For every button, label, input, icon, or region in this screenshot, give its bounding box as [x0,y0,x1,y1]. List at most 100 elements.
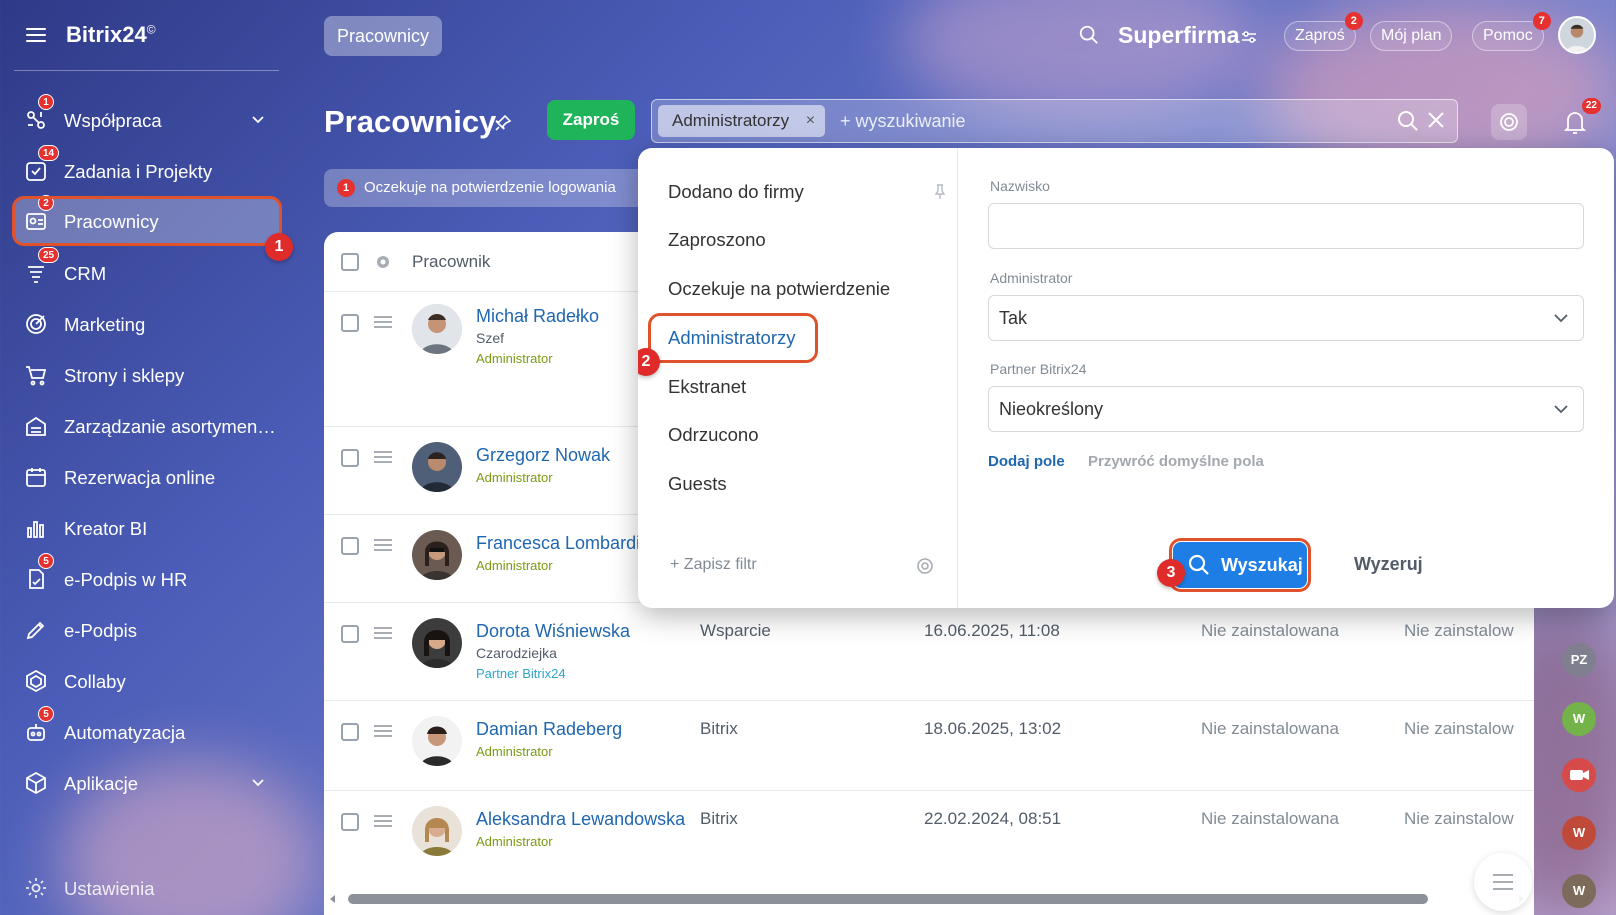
drag-handle-icon[interactable] [374,815,392,827]
preset-added[interactable]: Dodano do firmy [668,181,804,203]
sidebar-item-apps[interactable]: Aplikacje [14,760,280,806]
employee-name[interactable]: Dorota Wiśniewska [476,621,630,642]
employee-name[interactable]: Damian Radeberg [476,719,622,740]
help-button[interactable]: Pomoc 7 [1472,12,1551,51]
badge: 1 [337,179,355,197]
menu-icon[interactable] [26,28,46,42]
employee-name[interactable]: Aleksandra Lewandowska [476,809,685,830]
avatar[interactable] [412,618,462,668]
employee-role: Administrator [476,558,553,573]
pending-login-notice[interactable]: 1 Oczekuje na potwierdzenie logowania [324,169,664,207]
list-icon[interactable] [1474,853,1532,911]
tab-employees[interactable]: Pracownicy [324,16,443,56]
invite-button[interactable]: Zaproś [547,100,635,140]
drag-handle-icon[interactable] [374,539,392,551]
pin-icon[interactable] [494,114,512,132]
rail-avatar[interactable]: W [1562,702,1596,736]
sidebar-item-hr-sign[interactable]: 5 e-Podpis w HR [14,553,280,602]
avatar[interactable] [412,304,462,354]
horizontal-scrollbar[interactable] [328,894,1528,904]
partner-select[interactable]: Nieokreślony [988,386,1584,432]
logo[interactable]: Bitrix24© [66,22,156,48]
sidebar-item-label: e-Podpis w HR [64,569,188,590]
drag-handle-icon[interactable] [374,627,392,639]
preset-invited[interactable]: Zaproszono [668,229,766,251]
surname-input[interactable] [988,203,1584,249]
drag-handle-icon[interactable] [374,725,392,737]
my-plan-button[interactable]: Mój plan [1370,21,1453,51]
rail-avatar[interactable]: W [1562,874,1596,908]
badge: 5 [38,553,54,569]
preset-rejected[interactable]: Odrzucono [668,424,759,446]
sidebar-item-crm[interactable]: 25 CRM [14,247,280,296]
filter-search-bar[interactable]: Administratorzy × + wyszukiwanie [651,99,1458,143]
notifications-button[interactable]: 22 [1557,98,1601,140]
sliders-icon[interactable] [1240,28,1258,46]
employee-name[interactable]: Francesca Lombardi [476,533,640,554]
scrollbar-thumb[interactable] [348,894,1428,904]
reset-button[interactable]: Wyzeruj [1354,554,1423,575]
search-icon[interactable] [1078,24,1100,46]
row-checkbox[interactable] [341,537,359,555]
settings-button[interactable] [1491,104,1527,140]
top-bar: Pracownicy Superfirma Zaproś 2 Mój plan P… [296,0,1616,72]
sidebar-item-inventory[interactable]: Zarządzanie asortymen… [14,403,280,449]
department-cell: Bitrix [700,719,738,738]
preset-pending[interactable]: Oczekuje na potwierdzenie [668,278,890,300]
employee-name[interactable]: Grzegorz Nowak [476,445,610,466]
restore-defaults-link[interactable]: Przywróć domyślne pola [1088,453,1264,470]
row-checkbox[interactable] [341,449,359,467]
highlight-search [1169,538,1311,592]
sidebar-item-sites[interactable]: Strony i sklepy [14,352,280,398]
sidebar-item-tasks[interactable]: 14 Zadania i Projekty [14,145,280,194]
select-all-checkbox[interactable] [341,253,359,271]
sidebar-item-bi[interactable]: Kreator BI [14,505,280,551]
search-input[interactable]: + wyszukiwanie [840,111,966,132]
column-employee[interactable]: Pracownik [412,252,490,272]
badge: 2 [1344,12,1363,30]
user-avatar[interactable] [1558,16,1596,54]
table-row[interactable]: Damian Radeberg Administrator Bitrix 18.… [324,701,1534,791]
table-row[interactable]: Aleksandra Lewandowska Administrator Bit… [324,791,1534,881]
sidebar-item-collaby[interactable]: Collaby [14,658,280,704]
row-checkbox[interactable] [341,314,359,332]
rail-avatar[interactable]: W [1562,816,1596,850]
row-checkbox[interactable] [341,723,359,741]
preset-extranet[interactable]: Ekstranet [668,376,746,398]
row-checkbox[interactable] [341,813,359,831]
collaby-icon [26,669,46,693]
sidebar-item-booking[interactable]: Rezerwacja online [14,454,280,500]
add-field-link[interactable]: Dodaj pole [988,453,1065,470]
employee-name[interactable]: Michał Radełko [476,306,599,327]
pin-icon[interactable] [934,184,946,200]
arrow-left-icon[interactable] [328,894,338,904]
company-name[interactable]: Superfirma [1118,22,1239,49]
pen-icon [26,621,45,640]
sidebar-item-marketing[interactable]: Marketing [14,301,280,347]
row-checkbox[interactable] [341,625,359,643]
sidebar-item-esign[interactable]: e-Podpis [14,607,280,653]
badge: 14 [38,145,60,161]
video-call-icon[interactable] [1562,758,1596,792]
avatar[interactable] [412,442,462,492]
drag-handle-icon[interactable] [374,316,392,328]
administrator-select[interactable]: Tak [988,295,1584,341]
table-row[interactable]: Dorota Wiśniewska Czarodziejka Partner B… [324,603,1534,701]
gear-icon[interactable] [374,253,392,271]
save-filter-button[interactable]: + Zapisz filtr [670,556,757,574]
search-icon[interactable] [1397,110,1447,132]
sidebar-item-automation[interactable]: 5 Automatyzacja [14,706,280,755]
filter-chip[interactable]: Administratorzy × [658,105,826,137]
drag-handle-icon[interactable] [374,451,392,463]
avatar[interactable] [412,530,462,580]
sidebar-item-collaboration[interactable]: 1 Współpraca [14,94,280,143]
invite-pill-button[interactable]: Zaproś 2 [1284,12,1363,51]
gear-icon[interactable] [915,556,935,576]
avatar[interactable] [412,806,462,856]
rail-avatar[interactable]: PZ [1562,643,1596,677]
chevron-down-icon [252,779,264,787]
close-icon[interactable]: × [806,105,815,137]
preset-guests[interactable]: Guests [668,473,727,495]
avatar[interactable] [412,716,462,766]
sidebar-item-settings[interactable]: Ustawienia [14,865,280,911]
